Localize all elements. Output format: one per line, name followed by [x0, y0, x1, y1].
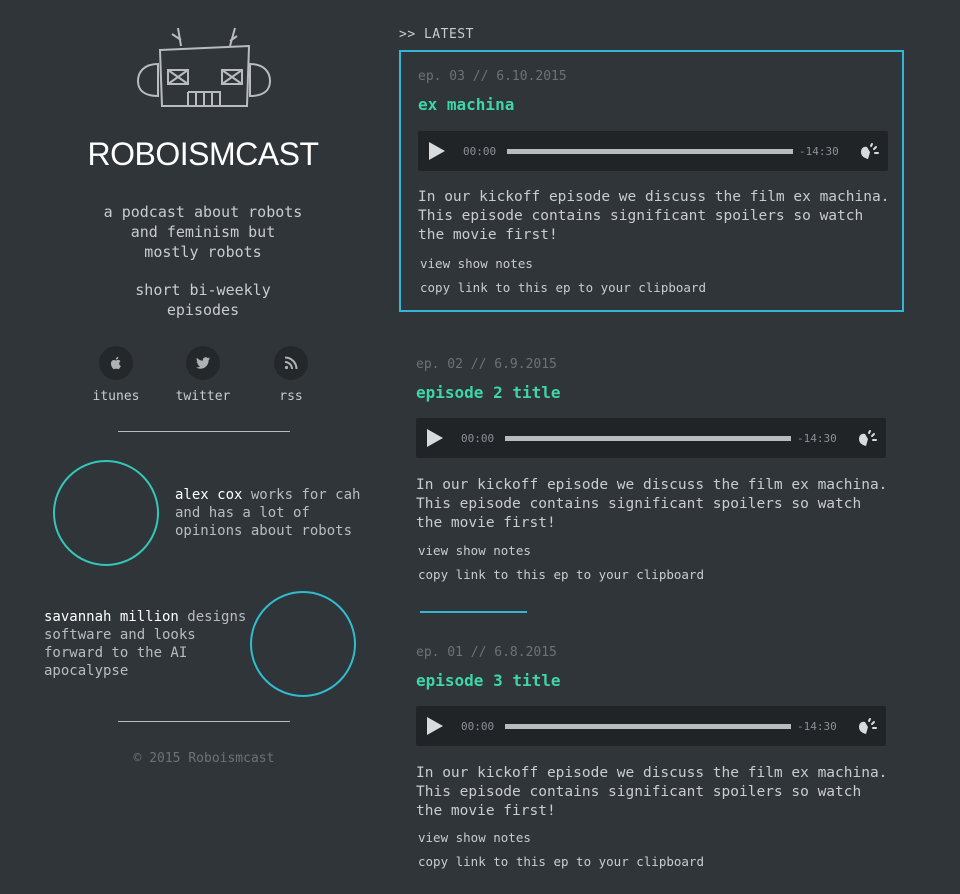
current-time: 00:00: [463, 145, 497, 158]
progress-track[interactable]: [507, 149, 793, 154]
copy-link-button[interactable]: copy link to this ep to your clipboard: [418, 854, 704, 869]
view-show-notes-link[interactable]: view show notes: [418, 543, 531, 558]
episode-card: ep. 02 // 6.9.2015 episode 2 title 00:00…: [399, 340, 904, 600]
volume-icon[interactable]: [856, 715, 878, 737]
rss-icon: [274, 346, 308, 380]
episode-title[interactable]: ex machina: [418, 95, 514, 114]
host-avatar: [53, 460, 159, 566]
social-label-rss: rss: [279, 389, 303, 404]
episode-title[interactable]: episode 2 title: [416, 383, 561, 402]
divider: [118, 721, 290, 722]
host-avatar: [250, 591, 356, 697]
view-show-notes-link[interactable]: view show notes: [420, 256, 533, 271]
schedule-text: short bi-weekly episodes: [135, 281, 271, 319]
copy-link-button[interactable]: copy link to this ep to your clipboard: [420, 280, 706, 295]
host-bio-savannah: savannah million designs software and lo…: [44, 608, 249, 680]
episode-description: In our kickoff episode we discuss the fi…: [418, 189, 890, 243]
remaining-time: -14:30: [797, 720, 837, 733]
social-link-rss[interactable]: rss: [261, 346, 321, 404]
current-time: 00:00: [461, 432, 495, 445]
twitter-icon: [186, 346, 220, 380]
section-label-latest: >> LATEST: [399, 27, 474, 42]
footer-copyright: © 2015 Roboismcast: [133, 751, 275, 766]
view-show-notes-link[interactable]: view show notes: [418, 830, 531, 845]
episode-description: In our kickoff episode we discuss the fi…: [416, 765, 888, 819]
audio-player: 00:00 -14:30: [418, 131, 888, 171]
audio-player: 00:00 -14:30: [416, 706, 886, 746]
apple-icon: [99, 346, 133, 380]
episode-title[interactable]: episode 3 title: [416, 671, 561, 690]
host-bio-alex: alex cox works for cah and has a lot of …: [175, 486, 385, 540]
episode-description: In our kickoff episode we discuss the fi…: [416, 477, 888, 531]
progress-track[interactable]: [505, 436, 791, 441]
copy-link-button[interactable]: copy link to this ep to your clipboard: [418, 567, 704, 582]
social-link-twitter[interactable]: twitter: [173, 346, 233, 404]
divider: [118, 431, 290, 432]
audio-player: 00:00 -14:30: [416, 418, 886, 458]
progress-track[interactable]: [505, 724, 791, 729]
episode-meta: ep. 03 // 6.10.2015: [418, 69, 567, 84]
volume-icon[interactable]: [858, 140, 880, 162]
play-icon[interactable]: [428, 142, 446, 160]
remaining-time: -14:30: [797, 432, 837, 445]
site-title: ROBOISMCAST: [87, 136, 319, 172]
play-icon[interactable]: [426, 429, 444, 447]
episode-card: ep. 01 // 6.8.2015 episode 3 title 00:00…: [399, 628, 904, 888]
host-name: alex cox: [175, 487, 243, 503]
social-link-itunes[interactable]: itunes: [86, 346, 146, 404]
host-name: savannah million: [44, 609, 179, 625]
episode-meta: ep. 01 // 6.8.2015: [416, 645, 557, 660]
social-label-twitter: twitter: [175, 389, 231, 404]
robot-logo-icon: [136, 27, 272, 107]
play-icon[interactable]: [426, 717, 444, 735]
episode-separator: [420, 611, 527, 613]
sidebar: ROBOISMCAST a podcast about robots and f…: [0, 0, 400, 894]
site-tagline: a podcast about robots and feminism but …: [103, 203, 303, 261]
remaining-time: -14:30: [799, 145, 839, 158]
episode-meta: ep. 02 // 6.9.2015: [416, 357, 557, 372]
current-time: 00:00: [461, 720, 495, 733]
episode-card: ep. 03 // 6.10.2015 ex machina 00:00 -14…: [399, 50, 904, 312]
volume-icon[interactable]: [856, 427, 878, 449]
social-label-itunes: itunes: [92, 389, 140, 404]
